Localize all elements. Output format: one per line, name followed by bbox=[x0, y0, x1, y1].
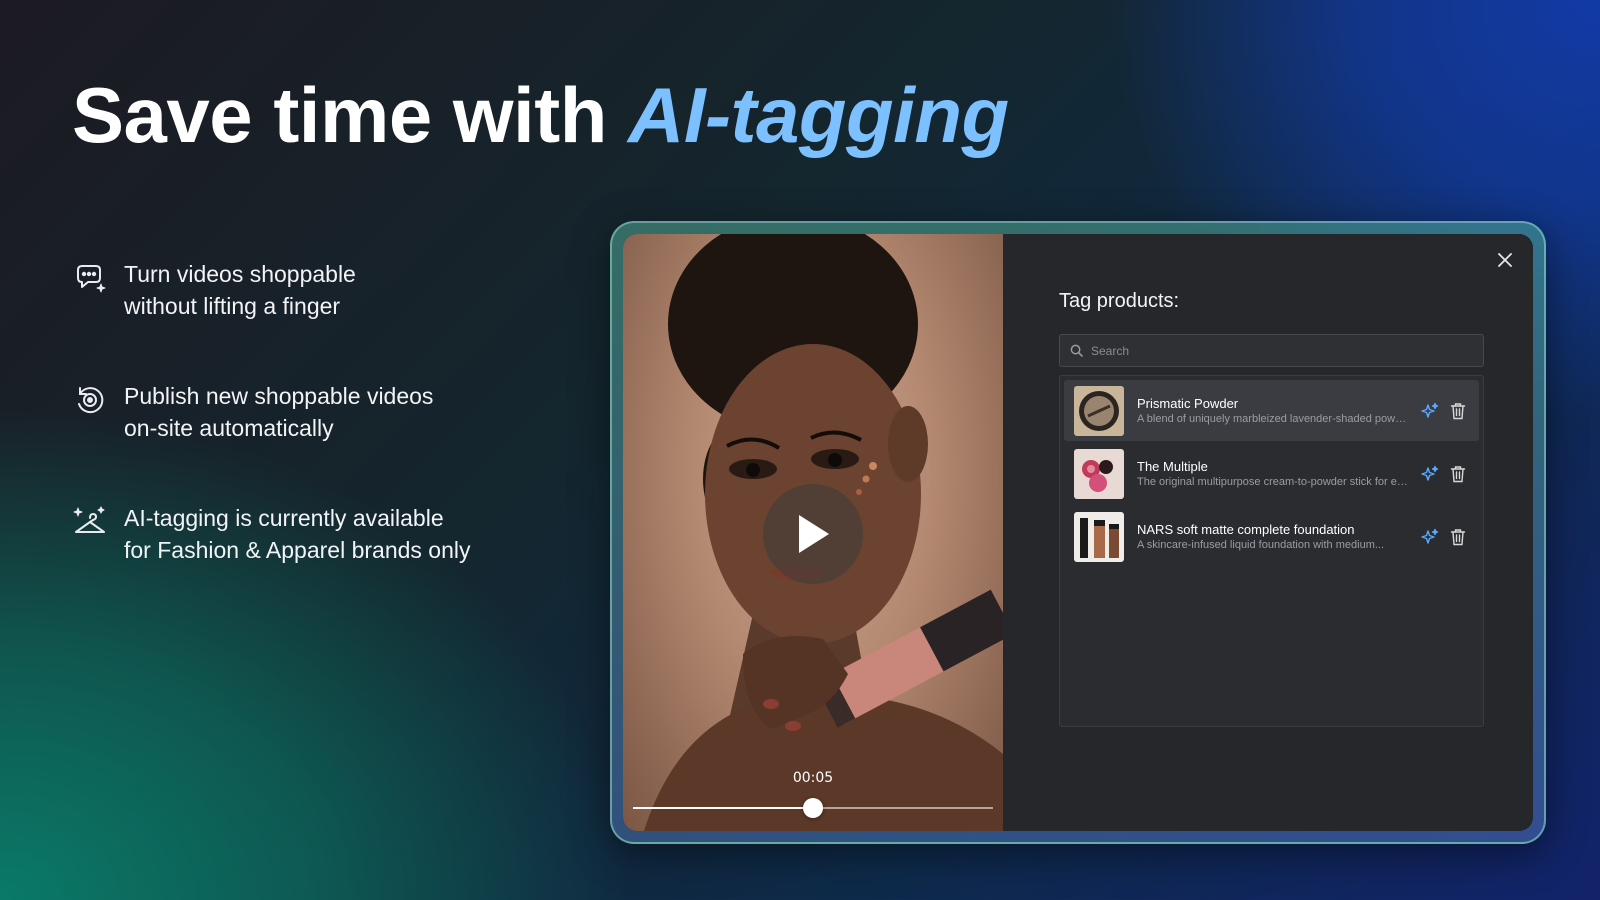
ai-sparkle-icon bbox=[1421, 528, 1439, 544]
feature-text: Turn videos shoppable without lifting a … bbox=[124, 261, 356, 319]
scrubber-handle[interactable] bbox=[803, 798, 823, 818]
hanger-sparkle-icon bbox=[73, 506, 105, 533]
headline-lead: Save time with bbox=[72, 71, 629, 159]
scrubber-progress bbox=[633, 807, 813, 809]
ai-sparkle-icon bbox=[1421, 402, 1439, 418]
product-thumbnail bbox=[1074, 448, 1124, 499]
search-input[interactable] bbox=[1091, 343, 1451, 358]
feature-text: Publish new shoppable videos on-site aut… bbox=[124, 383, 434, 441]
product-description: A blend of uniquely marbleized lavender-… bbox=[1137, 413, 1412, 425]
product-description: A skincare-infused liquid foundation wit… bbox=[1137, 539, 1385, 551]
ai-tag-button[interactable] bbox=[1421, 465, 1439, 483]
ai-tag-button[interactable] bbox=[1421, 528, 1439, 546]
feature-item: Turn videos shoppable without lifting a … bbox=[72, 258, 542, 322]
search-icon bbox=[1070, 344, 1083, 357]
product-list: Prismatic Powder A blend of uniquely mar… bbox=[1059, 375, 1484, 727]
trash-icon bbox=[1450, 528, 1466, 545]
video-scrubber[interactable] bbox=[633, 798, 993, 818]
video-player[interactable]: 00:05 bbox=[623, 234, 1003, 831]
tagging-modal: 00:05 Tag products: Search Prismatic Pow… bbox=[623, 234, 1533, 831]
feature-list: Turn videos shoppable without lifting a … bbox=[72, 258, 542, 624]
ai-tag-button[interactable] bbox=[1421, 402, 1439, 420]
auto-publish-cycle-icon bbox=[78, 387, 104, 414]
feature-item: AI-tagging is currently available for Fa… bbox=[72, 502, 542, 566]
video-timestamp: 00:05 bbox=[792, 770, 834, 786]
delete-button[interactable] bbox=[1449, 402, 1467, 420]
panel-title: Tag products: bbox=[1059, 290, 1180, 312]
headline-accent: AI-tagging bbox=[628, 71, 1009, 159]
ai-chat-sparkle-icon bbox=[77, 265, 106, 293]
tag-products-panel: Tag products: Prismatic Powder A blend o… bbox=[1003, 234, 1533, 831]
delete-button[interactable] bbox=[1449, 528, 1467, 546]
product-name: The Multiple bbox=[1137, 459, 1208, 474]
close-icon bbox=[1498, 253, 1512, 267]
page-headline: Save time with AI-tagging bbox=[72, 70, 1009, 161]
product-list-item[interactable]: The Multiple The original multipurpose c… bbox=[1064, 443, 1479, 504]
product-thumbnail bbox=[1074, 511, 1124, 562]
ai-sparkle-icon bbox=[1421, 465, 1439, 481]
feature-item: Publish new shoppable videos on-site aut… bbox=[72, 380, 542, 444]
close-button[interactable] bbox=[1493, 248, 1517, 272]
play-icon bbox=[799, 515, 829, 553]
play-button[interactable] bbox=[763, 484, 863, 584]
product-list-item[interactable]: Prismatic Powder A blend of uniquely mar… bbox=[1064, 380, 1479, 441]
product-thumbnail bbox=[1074, 385, 1124, 436]
product-list-item[interactable]: NARS soft matte complete foundation A sk… bbox=[1064, 506, 1479, 567]
product-name: NARS soft matte complete foundation bbox=[1137, 522, 1355, 537]
delete-button[interactable] bbox=[1449, 465, 1467, 483]
search-box[interactable] bbox=[1059, 334, 1484, 367]
product-description: The original multipurpose cream-to-powde… bbox=[1137, 476, 1412, 488]
trash-icon bbox=[1450, 465, 1466, 482]
trash-icon bbox=[1450, 402, 1466, 419]
product-name: Prismatic Powder bbox=[1137, 396, 1239, 411]
app-preview-frame: 00:05 Tag products: Search Prismatic Pow… bbox=[610, 221, 1546, 844]
feature-text: AI-tagging is currently available for Fa… bbox=[124, 505, 471, 563]
